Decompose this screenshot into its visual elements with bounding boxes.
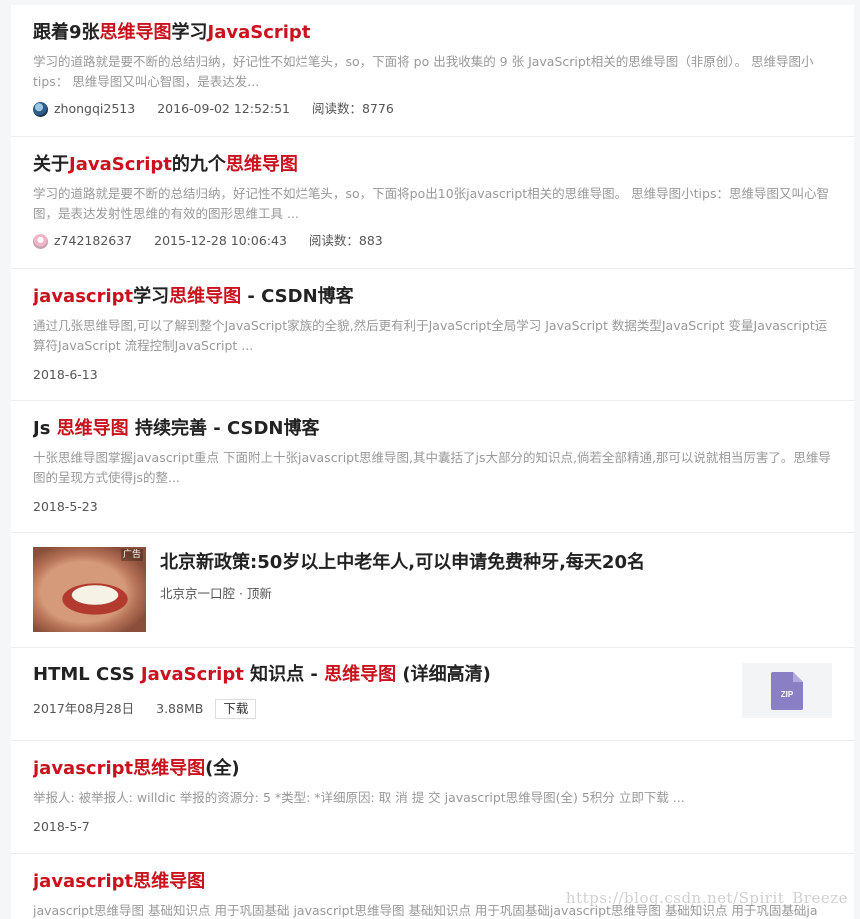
title-keyword-highlight: 思维导图: [225, 154, 298, 175]
title-text: (详细高清): [396, 664, 491, 685]
result-title[interactable]: javascript学习思维导图 - CSDN博客: [33, 285, 832, 309]
result-description: 通过几张思维导图,可以了解到整个JavaScript家族的全貌,然后更有利于Ja…: [33, 318, 828, 353]
file-size: 3.88MB: [156, 701, 204, 716]
download-meta: 2017年08月28日 3.88MB 下载: [33, 699, 832, 719]
publish-date: 2018-5-7: [33, 819, 90, 834]
author-name[interactable]: z742182637: [54, 232, 132, 250]
file-thumbnail[interactable]: ZIP: [742, 663, 832, 718]
result-card[interactable]: javascript思维导图 javascript思维导图 基础知识点 用于巩固…: [11, 854, 854, 919]
zip-label: ZIP: [781, 690, 794, 699]
result-title[interactable]: 关于JavaScript的九个思维导图: [33, 153, 832, 177]
avatar[interactable]: [33, 101, 48, 117]
title-keyword-highlight: 思维导图: [324, 664, 397, 685]
read-count: 阅读数：883: [308, 233, 383, 248]
title-text: 学习: [133, 286, 170, 307]
title-keyword-highlight: 思维导图: [56, 418, 129, 439]
result-description: 十张思维导图掌握javascript重点 下面附上十张javascript思维导…: [33, 450, 831, 485]
download-button[interactable]: 下载: [215, 699, 257, 719]
result-description: 举报人: 被举报人: willdic 举报的资源分: 5 *类型: *详细原因:…: [33, 790, 685, 805]
result-description: 学习的道路就是要不断的总结归纳，好记性不如烂笔头，so，下面将 po 出我收集的…: [33, 54, 814, 89]
title-text: 知识点 -: [243, 664, 325, 685]
title-text: HTML CSS: [33, 664, 141, 685]
ad-tag: 广告: [120, 549, 143, 561]
download-card[interactable]: HTML CSS JavaScript 知识点 - 思维导图 (详细高清) 20…: [11, 648, 854, 741]
title-text: 学习: [171, 22, 208, 43]
title-keyword-highlight: JavaScript: [140, 664, 244, 685]
title-keyword-highlight: JavaScript: [69, 154, 172, 175]
title-keyword-highlight: 思维导图: [99, 22, 172, 43]
result-meta: 2018-6-13: [33, 366, 832, 384]
ad-title[interactable]: 北京新政策:50岁以上中老年人,可以申请免费种牙,每天20名: [160, 551, 832, 575]
watermark: https://blog.csdn.net/Spirit_Breeze: [565, 889, 848, 907]
title-keyword-highlight: 思维导图: [169, 286, 242, 307]
avatar[interactable]: [33, 233, 48, 249]
title-text: Js: [33, 418, 57, 439]
publish-date: 2018-5-23: [33, 499, 98, 514]
result-meta: z742182637 2015-12-28 10:06:43 阅读数：883: [33, 232, 832, 250]
title-text: 的九个: [171, 154, 226, 175]
title-keyword-highlight: javascript思维导图: [33, 758, 206, 779]
search-results-feed: 跟着9张思维导图学习JavaScript 学习的道路就是要不断的总结归纳，好记性…: [11, 5, 854, 919]
result-meta: 2018-5-7: [33, 818, 832, 836]
author-name[interactable]: zhongqi2513: [54, 100, 135, 118]
title-text: (全): [205, 758, 240, 779]
result-card[interactable]: Js 思维导图 持续完善 - CSDN博客 十张思维导图掌握javascript…: [11, 401, 854, 533]
result-card[interactable]: javascript思维导图(全) 举报人: 被举报人: willdic 举报的…: [11, 741, 854, 854]
publish-date: 2018-6-13: [33, 367, 98, 382]
title-text: - CSDN博客: [241, 286, 354, 307]
upload-date: 2017年08月28日: [33, 701, 135, 716]
result-title[interactable]: Js 思维导图 持续完善 - CSDN博客: [33, 417, 832, 441]
result-meta: 2018-5-23: [33, 498, 832, 516]
read-count: 阅读数：8776: [311, 101, 394, 116]
title-text: 持续完善 - CSDN博客: [128, 418, 320, 439]
ad-card[interactable]: 广告 北京新政策:50岁以上中老年人,可以申请免费种牙,每天20名 北京京一口腔…: [11, 533, 854, 648]
title-text: 关于: [33, 154, 69, 175]
zip-file-icon: ZIP: [771, 671, 803, 710]
ad-image[interactable]: 广告: [33, 547, 146, 632]
result-title[interactable]: javascript思维导图(全): [33, 757, 832, 781]
result-card[interactable]: 关于JavaScript的九个思维导图 学习的道路就是要不断的总结归纳，好记性不…: [11, 137, 854, 269]
title-text: 跟着9张: [33, 22, 100, 43]
download-title[interactable]: HTML CSS JavaScript 知识点 - 思维导图 (详细高清): [33, 663, 832, 687]
title-keyword-highlight: javascript思维导图: [33, 871, 206, 892]
result-card[interactable]: javascript学习思维导图 - CSDN博客 通过几张思维导图,可以了解到…: [11, 269, 854, 401]
publish-date: 2016-09-02 12:52:51: [157, 101, 290, 116]
publish-date: 2015-12-28 10:06:43: [154, 233, 287, 248]
result-card[interactable]: 跟着9张思维导图学习JavaScript 学习的道路就是要不断的总结归纳，好记性…: [11, 5, 854, 137]
title-keyword-highlight: JavaScript: [207, 22, 311, 43]
result-meta: zhongqi2513 2016-09-02 12:52:51 阅读数：8776: [33, 100, 832, 118]
result-title[interactable]: 跟着9张思维导图学习JavaScript: [33, 21, 832, 45]
result-description: 学习的道路就是要不断的总结归纳，好记性不如烂笔头，so，下面将po出10张jav…: [33, 186, 829, 221]
ad-source: 北京京一口腔 · 顶新: [160, 586, 272, 601]
title-keyword-highlight: javascript: [33, 286, 134, 307]
